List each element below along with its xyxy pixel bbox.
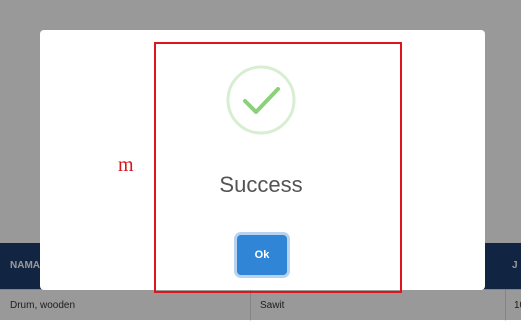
annotation-box — [154, 42, 402, 293]
annotation-label: m — [118, 154, 134, 176]
